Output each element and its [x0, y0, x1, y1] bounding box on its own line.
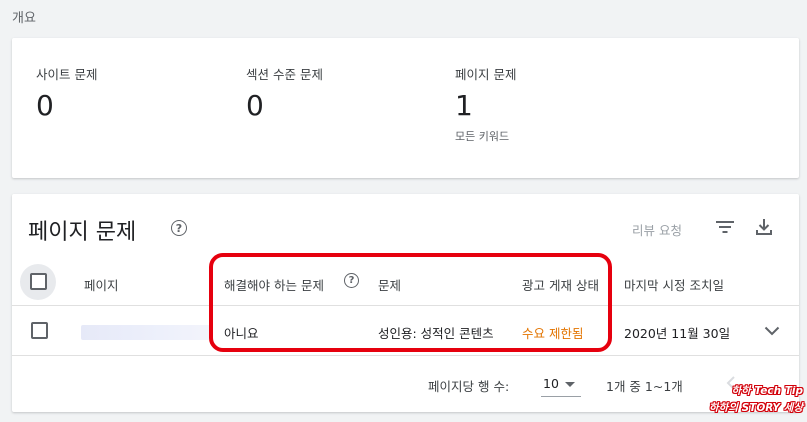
- stat-label: 섹션 수준 문제: [246, 67, 323, 82]
- column-header-last-action[interactable]: 마지막 시정 조치일: [624, 275, 724, 294]
- page-url-redacted[interactable]: [81, 325, 213, 340]
- stat-value: 0: [36, 89, 54, 122]
- stat-label: 페이지 문제: [455, 67, 517, 82]
- stat-value: 1: [455, 89, 473, 122]
- watermark: 하하 Tech Tip 하하의 STORY 세상: [709, 383, 803, 417]
- site-issues-stat: 사이트 문제 0: [36, 64, 97, 122]
- download-icon[interactable]: [755, 218, 773, 236]
- chevron-down-icon[interactable]: [764, 325, 780, 337]
- rows-per-page-select[interactable]: 10: [541, 369, 581, 397]
- rows-per-page-label: 페이지당 행 수:: [428, 379, 510, 394]
- select-all-checkbox[interactable]: [30, 273, 47, 290]
- row-checkbox[interactable]: [31, 322, 48, 339]
- pagination: 페이지당 행 수: 10 1개 중 1~1개: [12, 356, 799, 412]
- page-issues-stat: 페이지 문제 1 모든 키워드: [455, 64, 516, 144]
- section-issues-stat: 섹션 수준 문제 0: [246, 64, 323, 122]
- column-header-page[interactable]: 페이지: [84, 275, 119, 294]
- summary-card: 사이트 문제 0 섹션 수준 문제 0 페이지 문제 1 모든 키워드: [12, 38, 799, 178]
- help-circle-icon[interactable]: ?: [171, 220, 187, 236]
- watermark-line1: 하하 Tech Tip: [731, 385, 803, 397]
- dropdown-caret-icon: [565, 382, 575, 387]
- cell-last-action: 2020년 11월 30일: [624, 326, 731, 341]
- stat-value: 0: [246, 89, 264, 122]
- watermark-line2: 하하의 STORY 세상: [709, 402, 803, 414]
- stat-subtitle: 모든 키워드: [455, 130, 510, 143]
- stat-label: 사이트 문제: [36, 67, 98, 82]
- rows-per-page-value: 10: [543, 376, 559, 391]
- filter-icon[interactable]: [715, 219, 735, 235]
- request-review-button[interactable]: 리뷰 요청: [632, 220, 682, 239]
- card-title: 페이지 문제: [28, 220, 137, 245]
- highlight-annotation: [209, 253, 612, 352]
- pagination-range: 1개 중 1~1개: [606, 379, 683, 394]
- overview-title: 개요: [12, 11, 36, 26]
